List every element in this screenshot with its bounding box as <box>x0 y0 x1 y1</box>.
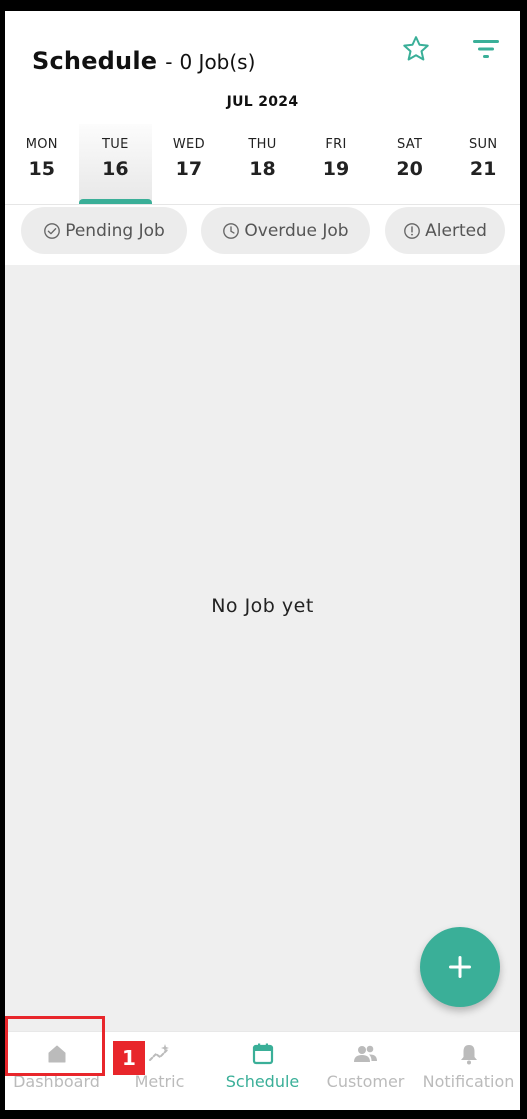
page-title: Schedule - 0 Job(s) <box>32 47 255 75</box>
calendar-icon <box>252 1043 273 1065</box>
day-number: 20 <box>396 158 423 180</box>
home-icon <box>48 1045 65 1063</box>
day-name: SAT <box>396 137 423 152</box>
plus-icon <box>449 956 471 978</box>
day-tue-selected[interactable]: TUE 16 <box>78 124 153 204</box>
metric-sparkle-icon <box>148 1044 169 1061</box>
alerted-chip[interactable]: Alerted <box>385 207 505 254</box>
chip-label: Alerted <box>425 220 487 241</box>
nav-notification[interactable]: Notification <box>417 1032 520 1110</box>
day-number: 19 <box>322 158 350 180</box>
day-name: THU <box>248 137 277 152</box>
nav-label: Schedule <box>225 1072 300 1091</box>
annotation-marker: 1 <box>113 1041 145 1075</box>
job-count: 0 Job(s) <box>179 50 256 74</box>
job-list-area: No Job yet <box>5 265 520 1031</box>
day-sun[interactable]: SUN 21 <box>446 124 520 204</box>
day-name: SUN <box>468 137 498 152</box>
day-mon[interactable]: MON 15 <box>5 124 79 204</box>
nav-label: Customer <box>326 1072 405 1091</box>
title-text: Schedule <box>32 47 158 75</box>
day-number: 21 <box>469 158 497 180</box>
chip-label: Pending Job <box>65 220 165 241</box>
filter-chips: Pending Job Overdue Job Alerted <box>5 205 520 265</box>
day-number: 17 <box>175 158 203 180</box>
day-thu[interactable]: THU 18 <box>226 124 300 204</box>
add-job-button[interactable] <box>420 927 500 1007</box>
header: Schedule - 0 Job(s) JUL 2024 <box>5 11 520 121</box>
check-circle-icon <box>44 222 61 239</box>
pending-job-chip[interactable]: Pending Job <box>21 207 187 254</box>
bottom-nav: Dashboard Metric Schedule Customer Notif… <box>5 1031 520 1110</box>
filter-icon <box>473 40 499 58</box>
bell-icon <box>460 1045 477 1065</box>
nav-schedule[interactable]: Schedule <box>211 1032 314 1110</box>
nav-label: Notification <box>422 1072 515 1091</box>
title-separator: - <box>165 50 173 74</box>
nav-label: Dashboard <box>13 1072 100 1091</box>
nav-customer[interactable]: Customer <box>314 1032 417 1110</box>
favorite-star-button[interactable] <box>401 34 431 64</box>
empty-state-text: No Job yet <box>211 595 314 617</box>
week-strip: MON 15 TUE 16 WED 17 THU 18 FRI 19 SAT 2… <box>5 124 520 204</box>
day-fri[interactable]: FRI 19 <box>299 124 373 204</box>
day-name: WED <box>172 137 205 152</box>
alert-circle-icon <box>404 222 421 239</box>
clock-icon <box>223 222 240 239</box>
overdue-job-chip[interactable]: Overdue Job <box>201 207 370 254</box>
people-icon <box>353 1045 377 1062</box>
filter-button[interactable] <box>472 37 500 61</box>
day-name: TUE <box>102 137 129 152</box>
day-number: 18 <box>249 158 276 180</box>
star-icon <box>403 36 429 61</box>
day-name: MON <box>25 137 58 152</box>
day-sat[interactable]: SAT 20 <box>373 124 447 204</box>
month-label: JUL 2024 <box>226 94 299 110</box>
app-screen: Schedule - 0 Job(s) JUL 2024 MON 15 TUE … <box>5 11 520 1110</box>
day-number: 15 <box>28 158 55 180</box>
day-number: 16 <box>102 158 129 180</box>
day-name: FRI <box>325 137 347 152</box>
day-wed[interactable]: WED 17 <box>152 124 226 204</box>
nav-dashboard[interactable]: Dashboard <box>5 1032 108 1110</box>
chip-label: Overdue Job <box>244 220 349 241</box>
